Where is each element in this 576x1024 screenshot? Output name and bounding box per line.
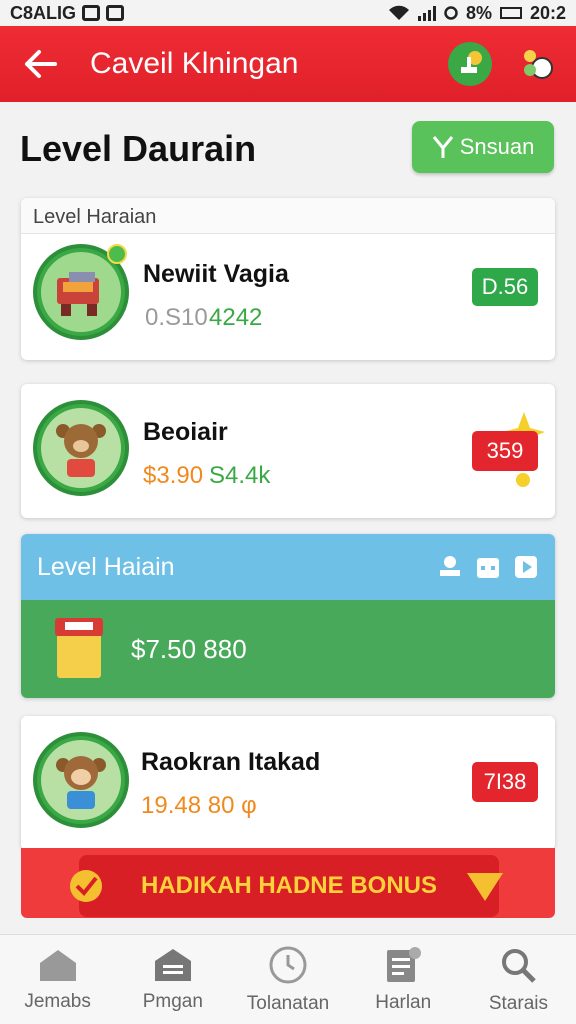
filter-button[interactable]: Snsuan xyxy=(412,121,554,173)
card-name: Raokran Itakad xyxy=(141,748,321,776)
house-list-icon xyxy=(154,948,191,981)
filter-button-label: Snsuan xyxy=(459,134,535,159)
status-bar: C8ALIG 8% 20:2 xyxy=(0,0,576,26)
player-card[interactable]: Beoiair $3.90 S4.4k 359 xyxy=(21,384,555,518)
bear-character-icon xyxy=(56,424,106,477)
app-bar-title: Caveil Klningan xyxy=(90,47,299,80)
card-badge: 359 xyxy=(472,431,538,471)
search-icon xyxy=(502,948,537,983)
nav-label: Jemabs xyxy=(24,990,91,1012)
stamp-icon[interactable] xyxy=(437,554,463,580)
app-notification-icon xyxy=(106,5,125,21)
play-icon[interactable] xyxy=(513,554,539,580)
battery-icon xyxy=(499,7,522,19)
monkey-character-icon xyxy=(56,756,106,809)
level-summary-panel[interactable]: Level Haiain $7.50 880 xyxy=(21,534,555,698)
settings-button[interactable] xyxy=(514,42,558,86)
shopping-bag-icon xyxy=(55,618,103,678)
clock-time: 20:2 xyxy=(529,2,566,23)
card-amount-new: S4.4k xyxy=(209,462,271,489)
panel-title: Level Haiain xyxy=(37,552,175,581)
nav-label: Harlan xyxy=(375,991,432,1013)
card-amount-old: 0.S10 xyxy=(145,304,208,331)
app-bar: Caveil Klningan xyxy=(0,26,576,102)
signal-icon xyxy=(417,5,436,21)
nav-item-tolanatan[interactable]: Tolanatan xyxy=(230,935,345,1024)
bonus-label: HADIKAH HADNE BONUS xyxy=(140,872,437,899)
nav-item-jemabs[interactable]: Jemabs xyxy=(0,935,115,1024)
trophy-icon xyxy=(461,51,482,73)
arrow-down-icon xyxy=(467,873,503,901)
nav-item-starais[interactable]: Starais xyxy=(461,935,576,1024)
nav-item-harlan[interactable]: Harlan xyxy=(346,935,461,1024)
notification-icon xyxy=(82,5,101,21)
filter-icon xyxy=(432,136,453,158)
level-card[interactable]: Level Haraian Newiit Vagia 0.S10 4242 D.… xyxy=(21,198,555,360)
home-icon xyxy=(39,949,76,981)
card-amount-old: $3.90 xyxy=(143,462,204,489)
card-caption: Level Haraian xyxy=(21,198,555,234)
wifi-icon xyxy=(388,5,409,20)
bottom-navigation: Jemabs Pmgan Tolanatan Harlan Starais xyxy=(0,934,576,1024)
badge-icon xyxy=(107,244,127,264)
check-badge-icon xyxy=(70,870,102,902)
card-amount: 19.48 80 φ xyxy=(141,792,257,819)
nav-label: Starais xyxy=(488,992,548,1014)
bonus-banner[interactable]: HADIKAH HADNE BONUS xyxy=(21,848,555,918)
card-amount-new: 4242 xyxy=(209,304,263,331)
rewards-button[interactable] xyxy=(448,42,492,86)
avatar xyxy=(33,400,129,496)
nav-label: Pmgan xyxy=(142,990,203,1012)
document-icon xyxy=(387,946,422,982)
card-name: Beoiair xyxy=(143,418,228,446)
clock-icon xyxy=(269,946,307,983)
gift-icon xyxy=(524,50,553,79)
player-card[interactable]: Raokran Itakad 19.48 80 φ 7I38 xyxy=(21,716,555,850)
battery-percent: 8% xyxy=(465,2,492,23)
panel-amount: $7.50 880 xyxy=(131,634,247,664)
card-badge: 7I38 xyxy=(472,762,538,802)
page-title: Level Daurain xyxy=(20,128,257,169)
avatar xyxy=(33,732,129,828)
arrow-left-icon xyxy=(25,50,57,78)
data-sync-icon xyxy=(444,6,458,20)
carrier-label: C8ALIG xyxy=(10,2,77,23)
back-button[interactable] xyxy=(18,42,62,86)
shop-counter-icon xyxy=(57,272,99,316)
nav-label: Tolanatan xyxy=(246,992,330,1014)
calendar-icon[interactable] xyxy=(475,554,501,580)
card-badge: D.56 xyxy=(472,268,538,306)
bonus-button[interactable]: HADIKAH HADNE BONUS xyxy=(70,855,503,917)
nav-item-pmgan[interactable]: Pmgan xyxy=(115,935,230,1024)
card-name: Newiit Vagia xyxy=(143,260,289,288)
